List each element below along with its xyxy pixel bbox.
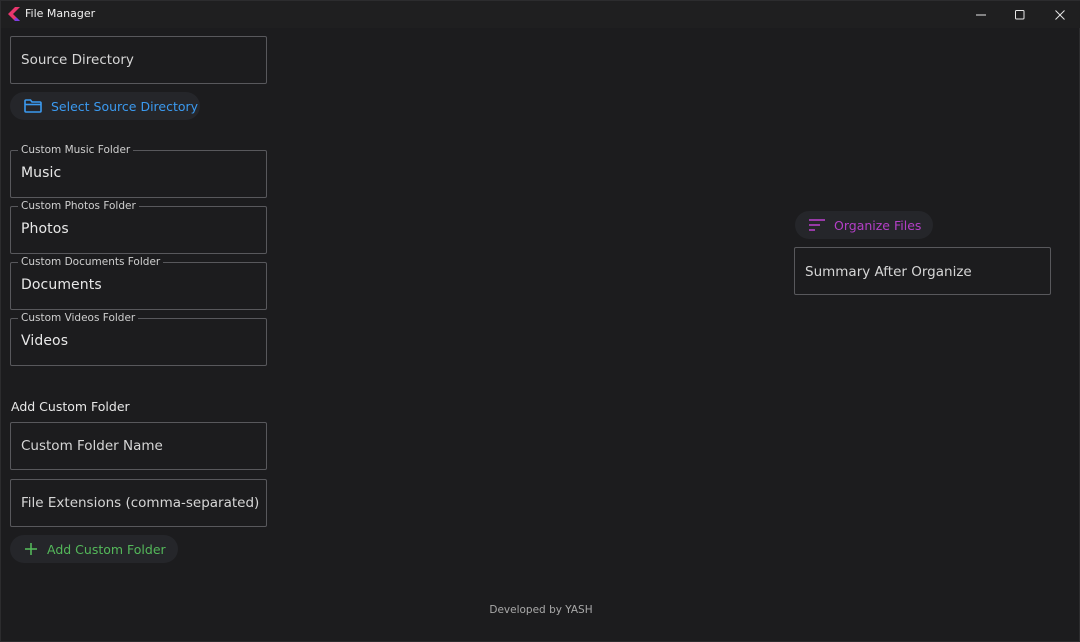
add-custom-folder-button[interactable]: Add Custom Folder <box>10 535 178 563</box>
minimize-icon <box>976 14 986 15</box>
summary-field[interactable]: Summary After Organize <box>794 247 1051 295</box>
close-icon <box>1055 9 1065 20</box>
custom-folder-name-input[interactable]: Custom Folder Name <box>10 422 267 470</box>
custom-photos-folder-field[interactable]: Custom Photos Folder Photos <box>10 200 267 254</box>
maximize-button[interactable] <box>1000 1 1040 28</box>
custom-documents-folder-field[interactable]: Custom Documents Folder Documents <box>10 256 267 310</box>
footer-credit: Developed by YASH <box>489 604 593 616</box>
custom-photos-folder-label: Custom Photos Folder <box>18 200 139 212</box>
custom-photos-folder-value: Photos <box>21 221 69 237</box>
window-title: File Manager <box>25 7 96 20</box>
organize-files-label: Organize Files <box>834 217 922 233</box>
source-directory-placeholder: Source Directory <box>21 52 134 68</box>
close-button[interactable] <box>1040 1 1080 28</box>
custom-folder-name-placeholder: Custom Folder Name <box>21 438 163 454</box>
add-custom-folder-heading: Add Custom Folder <box>11 399 130 414</box>
add-custom-folder-label: Add Custom Folder <box>47 541 166 557</box>
select-source-directory-label: Select Source Directory <box>51 98 199 114</box>
sort-icon <box>809 219 825 231</box>
source-directory-input[interactable]: Source Directory <box>10 36 267 84</box>
custom-music-folder-field[interactable]: Custom Music Folder Music <box>10 144 267 198</box>
file-extensions-input[interactable]: File Extensions (comma-separated) <box>10 479 267 527</box>
select-source-directory-button[interactable]: Select Source Directory <box>10 92 200 120</box>
custom-videos-folder-value: Videos <box>21 333 69 349</box>
plus-icon <box>24 542 38 556</box>
file-extensions-placeholder: File Extensions (comma-separated) <box>21 495 260 511</box>
organize-files-button[interactable]: Organize Files <box>795 211 933 239</box>
folder-icon <box>24 99 42 113</box>
maximize-icon <box>1015 9 1025 19</box>
custom-videos-folder-field[interactable]: Custom Videos Folder Videos <box>10 312 267 366</box>
app-logo-icon <box>8 7 20 21</box>
summary-placeholder: Summary After Organize <box>805 264 972 280</box>
minimize-button[interactable] <box>961 1 1001 28</box>
title-bar[interactable]: File Manager <box>1 1 1080 28</box>
custom-documents-folder-label: Custom Documents Folder <box>18 256 164 268</box>
app-window: File Manager Source Directory Select Sou… <box>0 0 1080 642</box>
custom-music-folder-value: Music <box>21 165 62 181</box>
custom-documents-folder-value: Documents <box>21 277 102 293</box>
custom-music-folder-label: Custom Music Folder <box>18 144 134 156</box>
custom-videos-folder-label: Custom Videos Folder <box>18 312 139 324</box>
